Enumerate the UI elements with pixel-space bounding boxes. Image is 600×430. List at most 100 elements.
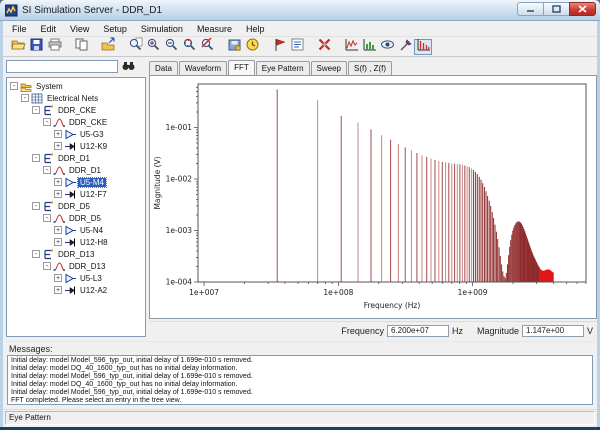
- collapse-icon[interactable]: -: [32, 106, 40, 114]
- export-button[interactable]: [99, 39, 117, 55]
- menu-file[interactable]: File: [5, 22, 34, 36]
- tree-item-ddr-cke[interactable]: -DDR_CKE: [7, 116, 145, 128]
- frequency-unit: Hz: [452, 326, 463, 336]
- open-icon: [11, 37, 26, 57]
- tree-item-ddr-d5[interactable]: -DDR_D5: [7, 200, 145, 212]
- tree-item-u12-k9[interactable]: +U12-K9: [7, 140, 145, 152]
- message-line: Initial delay: model Model_596_typ_out, …: [11, 357, 589, 365]
- tree-item-ddr-cke[interactable]: -DDR_CKE: [7, 104, 145, 116]
- menu-setup[interactable]: Setup: [96, 22, 134, 36]
- minimize-button[interactable]: [517, 2, 544, 16]
- sweep-button[interactable]: [360, 39, 378, 55]
- collapse-icon[interactable]: -: [10, 82, 18, 90]
- run-button[interactable]: [270, 39, 288, 55]
- print-button[interactable]: [45, 39, 63, 55]
- messages-log[interactable]: Initial delay: model Model_596_typ_out, …: [7, 355, 593, 405]
- driver-icon: [64, 177, 76, 188]
- collapse-icon[interactable]: -: [32, 202, 40, 210]
- tree-item-u5-g3[interactable]: +U5-G3: [7, 128, 145, 140]
- expand-icon[interactable]: +: [54, 226, 62, 234]
- expand-icon[interactable]: +: [54, 178, 62, 186]
- tool-bar: [3, 38, 597, 57]
- expand-icon[interactable]: +: [54, 142, 62, 150]
- driver-icon: [64, 273, 76, 284]
- tree-item-ddr-d1[interactable]: -DDR_D1: [7, 152, 145, 164]
- probe-icon: [398, 37, 413, 57]
- probe-button[interactable]: [396, 39, 414, 55]
- tab-s-f-z-f-[interactable]: S(f) , Z(f): [348, 61, 392, 76]
- close-button[interactable]: [569, 2, 596, 16]
- batch-button[interactable]: [288, 39, 306, 55]
- save-button[interactable]: [27, 39, 45, 55]
- tab-waveform[interactable]: Waveform: [179, 61, 227, 76]
- collapse-icon[interactable]: -: [21, 94, 29, 102]
- fft-button[interactable]: [414, 39, 432, 55]
- collapse-icon[interactable]: -: [43, 118, 51, 126]
- expand-icon[interactable]: +: [54, 238, 62, 246]
- title-bar[interactable]: SI Simulation Server - DDR_D1: [0, 0, 600, 21]
- fft-chart: 1e+0071e+0081e+0091e-0011e-0021e-0031e-0…: [150, 76, 596, 318]
- fft-chart-panel[interactable]: 1e+0071e+0081e+0091e-0011e-0021e-0031e-0…: [149, 75, 597, 319]
- fft-icon: [416, 37, 431, 57]
- receiver-icon: [64, 237, 76, 248]
- menu-simulation[interactable]: Simulation: [134, 22, 190, 36]
- expand-icon[interactable]: +: [54, 274, 62, 282]
- tree-item-ddr-d5[interactable]: -DDR_D5: [7, 212, 145, 224]
- zoom-window-button[interactable]: [180, 39, 198, 55]
- tree-item-u5-l3[interactable]: +U5-L3: [7, 272, 145, 284]
- stop-button[interactable]: [315, 39, 333, 55]
- stop-icon: [317, 37, 332, 57]
- menu-edit[interactable]: Edit: [34, 22, 64, 36]
- tree-item-u12-a2[interactable]: +U12-A2: [7, 284, 145, 296]
- tree-item-ddr-d13[interactable]: - DDR_D13: [7, 260, 145, 272]
- status-text: Eye Pattern: [5, 411, 595, 425]
- tree-item-u5-m4[interactable]: +U5-M4: [7, 176, 145, 188]
- tab-data[interactable]: Data: [149, 61, 178, 76]
- expand-icon[interactable]: +: [54, 130, 62, 138]
- zoom-out-button[interactable]: [162, 39, 180, 55]
- tree-item-label: Electrical Nets: [45, 94, 100, 103]
- collapse-icon[interactable]: -: [43, 262, 51, 270]
- tree-search-input[interactable]: [6, 60, 118, 73]
- tree-item-ddr-d13[interactable]: -DDR_D13: [7, 248, 145, 260]
- tree-item-u12-h8[interactable]: +U12-H8: [7, 236, 145, 248]
- tree-item-system[interactable]: - System: [7, 80, 145, 92]
- tab-sweep[interactable]: Sweep: [311, 61, 347, 76]
- tree-item-label: System: [34, 82, 65, 91]
- tree-item-electrical-nets[interactable]: - Electrical Nets: [7, 92, 145, 104]
- find-button[interactable]: [118, 59, 138, 74]
- net-icon: [42, 105, 54, 116]
- copy-button[interactable]: [72, 39, 90, 55]
- menu-view[interactable]: View: [63, 22, 96, 36]
- eye-button[interactable]: [378, 39, 396, 55]
- collapse-icon[interactable]: -: [32, 154, 40, 162]
- menu-help[interactable]: Help: [239, 22, 272, 36]
- clock-button[interactable]: [243, 39, 261, 55]
- expand-icon[interactable]: +: [54, 190, 62, 198]
- maximize-button[interactable]: [543, 2, 570, 16]
- menu-bar: FileEditViewSetupSimulationMeasureHelp: [3, 21, 597, 37]
- tab-fft[interactable]: FFT: [228, 60, 255, 75]
- zoom-in-icon: [146, 37, 161, 57]
- tree-item-ddr-d1[interactable]: - DDR_D1: [7, 164, 145, 176]
- zoom-doc-button[interactable]: [126, 39, 144, 55]
- tree-item-label: DDR_D1: [67, 166, 103, 175]
- zoom-in-button[interactable]: [144, 39, 162, 55]
- collapse-icon[interactable]: -: [43, 166, 51, 174]
- schematic-icon: [53, 213, 65, 224]
- zoom-reset-button[interactable]: [198, 39, 216, 55]
- open-button[interactable]: [9, 39, 27, 55]
- collapse-icon[interactable]: -: [43, 214, 51, 222]
- tree-item-u5-n4[interactable]: +U5-N4: [7, 224, 145, 236]
- svg-text:Magnitude (V): Magnitude (V): [153, 156, 162, 209]
- collapse-icon[interactable]: -: [32, 250, 40, 258]
- tab-eye-pattern[interactable]: Eye Pattern: [256, 61, 310, 76]
- save-results-button[interactable]: [225, 39, 243, 55]
- svg-text:1e-002: 1e-002: [166, 175, 193, 184]
- tree-item-u12-f7[interactable]: +U12-F7: [7, 188, 145, 200]
- expand-icon[interactable]: +: [54, 286, 62, 294]
- tree-item-label: DDR_D13: [67, 262, 107, 271]
- waveform-button[interactable]: [342, 39, 360, 55]
- app-body: FileEditViewSetupSimulationMeasureHelp -…: [3, 21, 597, 427]
- menu-measure[interactable]: Measure: [190, 22, 239, 36]
